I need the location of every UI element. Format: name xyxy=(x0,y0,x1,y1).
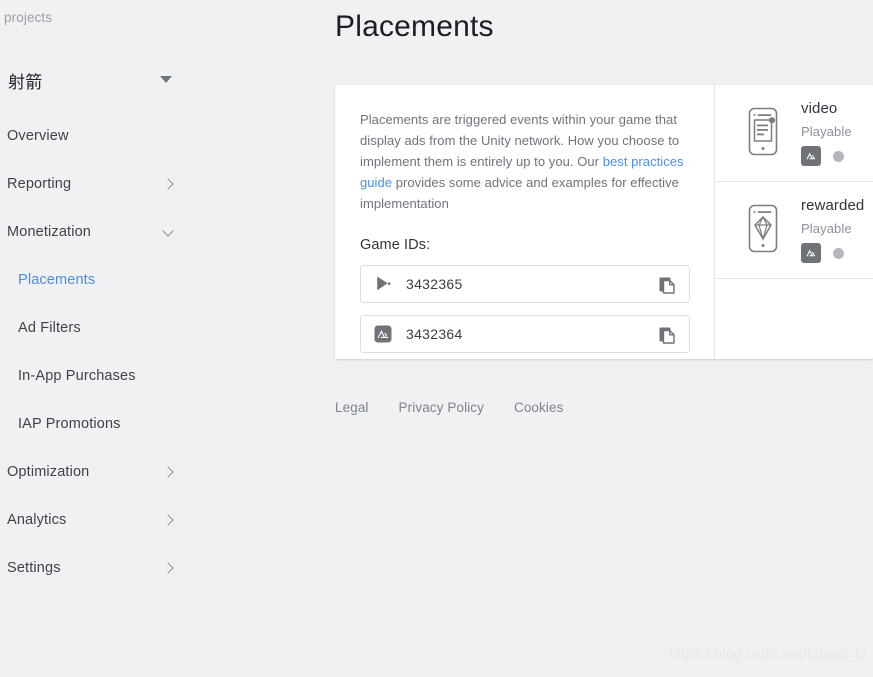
app-store-icon xyxy=(801,146,821,166)
sidebar-item-placements[interactable]: Placements xyxy=(0,256,190,304)
chevron-right-icon xyxy=(162,514,174,526)
sidebar-item-overview[interactable]: Overview xyxy=(0,112,190,160)
placement-badges xyxy=(801,243,864,263)
sidebar-item-in-app-purchases[interactable]: In-App Purchases xyxy=(0,352,190,400)
game-id-value: 3432365 xyxy=(406,276,463,292)
placement-meta: rewarded Playable xyxy=(801,197,864,263)
sidebar-item-label: In-App Purchases xyxy=(18,368,136,384)
sidebar: ll projects 射箭 Overview Reporting Monetiza… xyxy=(0,0,190,677)
game-id-field-google-play[interactable]: 3432365 xyxy=(360,265,690,303)
sidebar-item-analytics[interactable]: Analytics xyxy=(0,496,190,544)
app-store-icon xyxy=(801,243,821,263)
copy-icon[interactable] xyxy=(657,275,677,295)
placement-row-rewarded[interactable]: rewarded Playable xyxy=(715,182,873,279)
watermark: https://blog.csdn.net/Libiao_Li xyxy=(668,647,867,663)
game-id-field-app-store[interactable]: 3432364 xyxy=(360,315,690,353)
intro-text-part2: provides some advice and examples for ef… xyxy=(360,175,679,211)
chevron-right-icon xyxy=(162,562,174,574)
sidebar-item-ad-filters[interactable]: Ad Filters xyxy=(0,304,190,352)
placement-type: Playable xyxy=(801,124,852,139)
placement-name: rewarded xyxy=(801,197,865,214)
placement-type: Playable xyxy=(801,221,852,236)
chevron-right-icon xyxy=(162,178,174,190)
status-badge xyxy=(833,247,844,259)
footer-link-legal[interactable]: Legal xyxy=(335,400,369,415)
google-play-icon xyxy=(372,273,394,295)
breadcrumb-all-projects[interactable]: ll projects xyxy=(0,10,52,25)
main-content: Placements Placements are triggered even… xyxy=(190,0,873,677)
footer-link-cookies[interactable]: Cookies xyxy=(514,400,563,415)
project-selector[interactable]: 射箭 xyxy=(0,62,190,98)
card-left-panel: Placements are triggered events within y… xyxy=(335,85,714,359)
sidebar-nav: Overview Reporting Monetization Placements A… xyxy=(0,112,190,592)
placement-meta: video Playable xyxy=(801,100,852,166)
sidebar-item-iap-promotions[interactable]: IAP Promotions xyxy=(0,400,190,448)
sidebar-item-reporting[interactable]: Reporting xyxy=(0,160,190,208)
placement-row-video[interactable]: video Playable xyxy=(715,85,873,182)
app-store-icon xyxy=(372,323,394,345)
sidebar-item-label: Analytics xyxy=(7,512,67,528)
placement-name: video xyxy=(801,100,838,117)
sidebar-item-monetization[interactable]: Monetization xyxy=(0,208,190,256)
copy-icon[interactable] xyxy=(657,325,677,345)
sidebar-item-optimization[interactable]: Optimization xyxy=(0,448,190,496)
footer-links: Legal Privacy Policy Cookies xyxy=(335,400,563,415)
app-root: ll projects 射箭 Overview Reporting Monetiza… xyxy=(0,0,873,677)
sidebar-item-label: Overview xyxy=(7,128,69,144)
phone-diamond-icon xyxy=(743,203,783,257)
placement-badges xyxy=(801,146,852,166)
page-title: Placements xyxy=(335,10,494,43)
sidebar-item-label: Reporting xyxy=(7,176,72,192)
sidebar-item-label: Placements xyxy=(18,272,96,288)
phone-document-icon xyxy=(743,106,783,160)
sidebar-item-label: Monetization xyxy=(7,224,92,240)
sidebar-item-label: Ad Filters xyxy=(18,320,81,336)
game-ids-label: Game IDs: xyxy=(360,237,431,253)
sidebar-item-label: Optimization xyxy=(7,464,90,480)
placement-list: video Playable rewarded Playable xyxy=(715,85,873,359)
status-badge xyxy=(833,150,844,162)
sidebar-item-label: IAP Promotions xyxy=(18,416,121,432)
intro-paragraph: Placements are triggered events within y… xyxy=(360,109,690,214)
placements-card: Placements are triggered events within y… xyxy=(335,85,873,359)
sidebar-item-settings[interactable]: Settings xyxy=(0,544,190,592)
sidebar-item-label: Settings xyxy=(7,560,61,576)
project-name: 射箭 xyxy=(8,72,43,92)
footer-link-privacy-policy[interactable]: Privacy Policy xyxy=(399,400,484,415)
caret-down-icon xyxy=(160,76,172,83)
game-id-value: 3432364 xyxy=(406,326,463,342)
chevron-right-icon xyxy=(162,466,174,478)
chevron-down-icon xyxy=(162,224,174,237)
